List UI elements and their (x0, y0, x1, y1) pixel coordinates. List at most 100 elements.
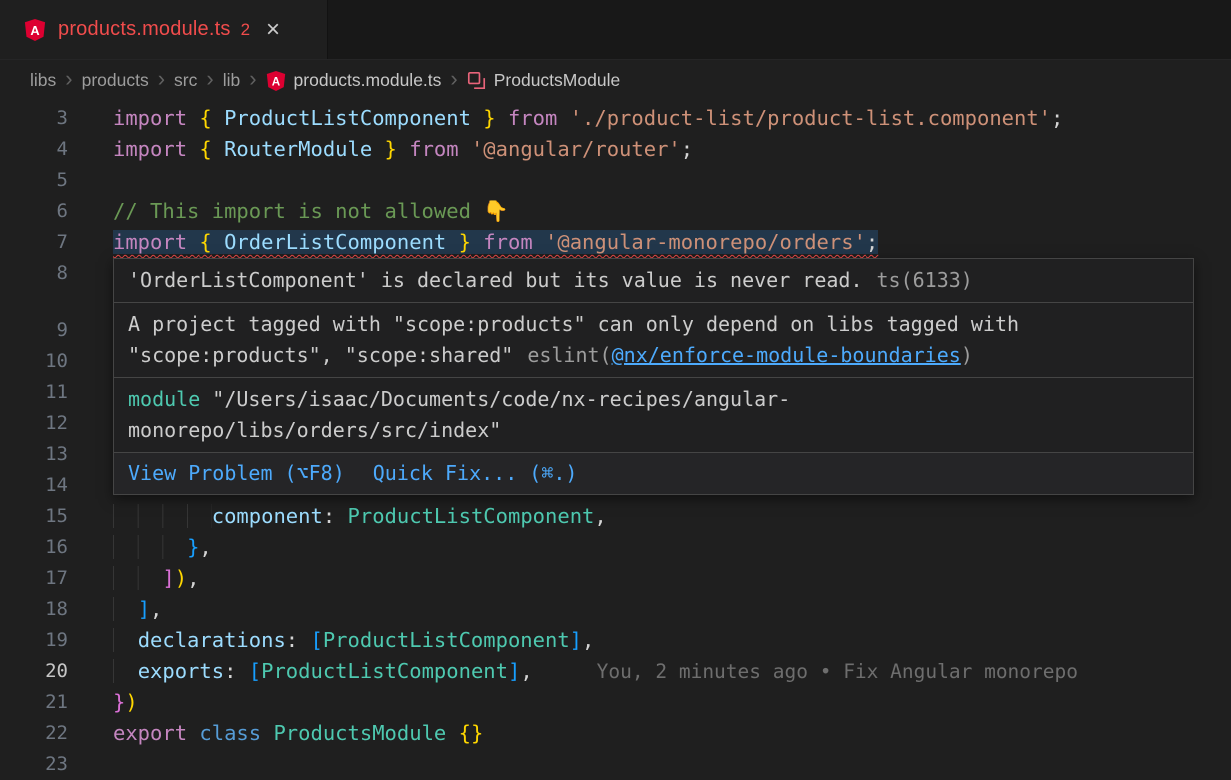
code-line[interactable]: 5 (0, 165, 1231, 196)
breadcrumb-item[interactable]: Aproducts.module.ts (266, 70, 442, 92)
code-token: export (113, 721, 187, 745)
code-line[interactable]: 6// This import is not allowed 👇 (0, 196, 1231, 227)
line-number[interactable]: 19 (0, 625, 113, 656)
code-token: ; (1051, 106, 1063, 130)
eslint-rule-link[interactable]: @nx/enforce-module-boundaries (612, 343, 961, 367)
code-token: : (323, 504, 348, 528)
line-number[interactable]: 10 (0, 346, 113, 377)
line-number[interactable]: 15 (0, 501, 113, 532)
code-content: }, (113, 532, 1231, 563)
code-token (113, 535, 187, 559)
code-token: from (508, 106, 557, 130)
code-token: ProductListComponent (323, 628, 570, 652)
line-number[interactable]: 9 (0, 315, 113, 346)
code-line[interactable]: 3import { ProductListComponent } from '.… (0, 103, 1231, 134)
line-number[interactable]: 14 (0, 470, 113, 501)
line-number[interactable]: 22 (0, 718, 113, 749)
line-number[interactable]: 20 (0, 656, 113, 687)
hover-ts-diagnostic: 'OrderListComponent' is declared but its… (114, 259, 1193, 303)
code-token: './product-list/product-list.component' (570, 106, 1051, 130)
code-line[interactable]: 17 ]), (0, 563, 1231, 594)
class-symbol-icon (467, 71, 486, 90)
code-token (533, 230, 545, 254)
code-token: : (224, 659, 249, 683)
code-line[interactable]: 15 component: ProductListComponent, (0, 501, 1231, 532)
code-token (261, 721, 273, 745)
error-highlighted-statement: import { OrderListComponent } from '@ang… (113, 230, 878, 254)
line-number[interactable]: 11 (0, 377, 113, 408)
code-token: } (113, 690, 125, 714)
code-token: '@angular-monorepo/orders' (545, 230, 866, 254)
line-number[interactable]: 17 (0, 563, 113, 594)
line-number[interactable]: 4 (0, 134, 113, 165)
line-number[interactable]: 21 (0, 687, 113, 718)
line-number[interactable]: 5 (0, 165, 113, 196)
code-token: } (187, 535, 199, 559)
line-number[interactable]: 16 (0, 532, 113, 563)
breadcrumb-item[interactable]: products (82, 70, 149, 91)
line-number[interactable]: 13 (0, 439, 113, 470)
breadcrumb-item[interactable]: libs (30, 70, 56, 91)
code-token (113, 628, 138, 652)
tab-problems-badge: 2 (241, 20, 250, 40)
code-token: } (483, 106, 495, 130)
line-number[interactable]: 23 (0, 749, 113, 780)
eslint-message-line2: "scope:products", "scope:shared" eslint(@… (128, 340, 1179, 371)
code-line[interactable]: 7import { OrderListComponent } from '@an… (0, 227, 1231, 258)
code-token: [ (249, 659, 261, 683)
line-number[interactable]: 12 (0, 408, 113, 439)
code-token: from (409, 137, 458, 161)
code-token: import (113, 106, 187, 130)
quick-fix-action[interactable]: Quick Fix... (⌘.) (373, 458, 578, 489)
code-token: , (594, 504, 606, 528)
code-token: { (199, 106, 211, 130)
line-number[interactable]: 3 (0, 103, 113, 134)
breadcrumb-label: ProductsModule (494, 70, 620, 91)
eslint-source-prefix: eslint( (527, 343, 611, 367)
code-token: : (286, 628, 311, 652)
hover-actions: View Problem (⌥F8) Quick Fix... (⌘.) (114, 453, 1193, 494)
code-token (187, 230, 199, 254)
code-line[interactable]: 22export class ProductsModule {} (0, 718, 1231, 749)
code-line[interactable]: 19 declarations: [ProductListComponent], (0, 625, 1231, 656)
line-number[interactable]: 8 (0, 258, 113, 289)
code-token (113, 566, 162, 590)
line-number[interactable]: 6 (0, 196, 113, 227)
code-token: , (520, 659, 532, 683)
code-line[interactable]: 18 ], (0, 594, 1231, 625)
breadcrumb-label: libs (30, 70, 56, 91)
code-token (212, 230, 224, 254)
code-token (471, 106, 483, 130)
code-line[interactable]: 21}) (0, 687, 1231, 718)
chevron-right-icon: › (158, 68, 165, 93)
line-number[interactable]: 18 (0, 594, 113, 625)
code-token: from (483, 230, 532, 254)
breadcrumb-item[interactable]: lib (223, 70, 241, 91)
breadcrumb-item[interactable]: src (174, 70, 197, 91)
code-line[interactable]: 16 }, (0, 532, 1231, 563)
chevron-right-icon: › (65, 68, 72, 93)
code-line[interactable]: 23 (0, 749, 1231, 780)
code-token: exports (138, 659, 224, 683)
code-token (397, 137, 409, 161)
eslint-message-line2-text: "scope:products", "scope:shared" (128, 343, 513, 367)
code-token (113, 597, 138, 621)
code-line[interactable]: 4import { RouterModule } from '@angular/… (0, 134, 1231, 165)
git-blame-annotation: You, 2 minutes ago • Fix Angular monorep… (597, 660, 1078, 683)
view-problem-action[interactable]: View Problem (⌥F8) (128, 458, 345, 489)
code-line[interactable]: 20 exports: [ProductListComponent],You, … (0, 656, 1231, 687)
code-token: { (199, 230, 211, 254)
code-token (187, 106, 199, 130)
close-icon[interactable]: × (266, 18, 280, 42)
code-token: ] (138, 597, 150, 621)
tab-products-module[interactable]: A products.module.ts 2 × (0, 0, 328, 59)
code-token (446, 230, 458, 254)
code-token (212, 137, 224, 161)
code-content: ]), (113, 563, 1231, 594)
line-number[interactable]: 7 (0, 227, 113, 258)
code-token: ) (175, 566, 187, 590)
code-token: ; (866, 230, 878, 254)
breadcrumb-label: products (82, 70, 149, 91)
chevron-right-icon: › (249, 68, 256, 93)
breadcrumb-item[interactable]: ProductsModule (467, 70, 620, 91)
